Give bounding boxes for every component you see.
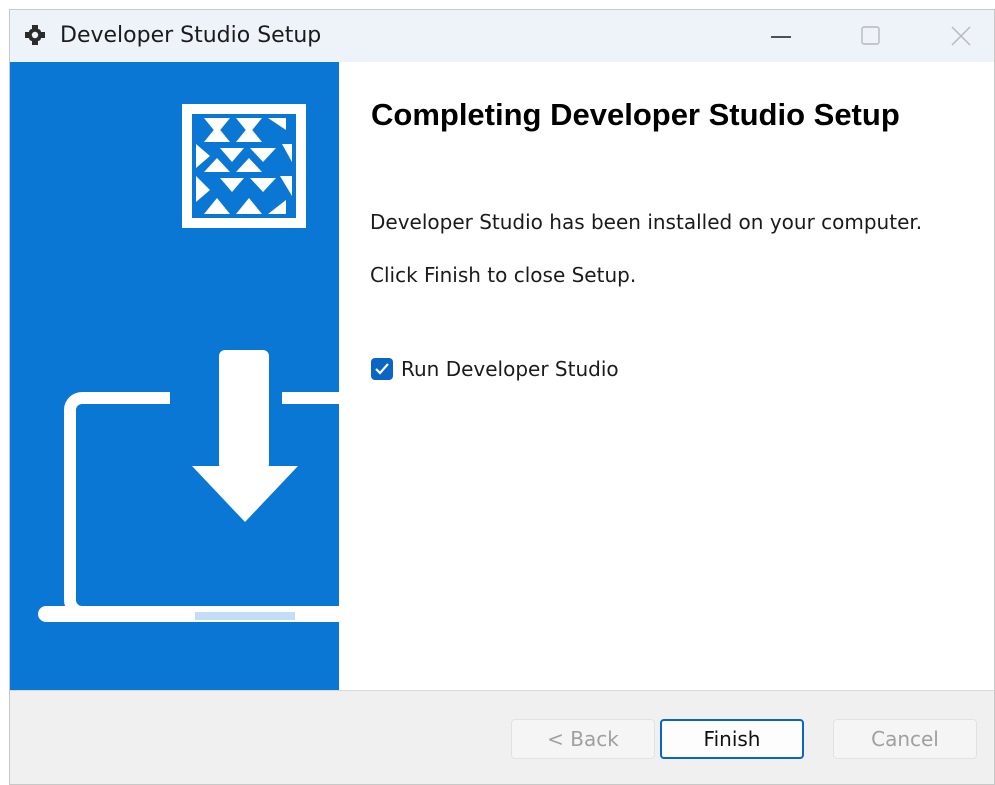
setup-window: Developer Studio Setup Completing Develo… bbox=[9, 9, 995, 785]
back-button[interactable]: < Back bbox=[511, 719, 655, 759]
installer-logo-icon bbox=[182, 104, 306, 228]
finish-instruction: Click Finish to close Setup. bbox=[370, 263, 637, 287]
installed-message: Developer Studio has been installed on y… bbox=[370, 210, 923, 234]
window-title: Developer Studio Setup bbox=[60, 23, 322, 48]
minimize-button[interactable] bbox=[736, 10, 826, 62]
finish-button[interactable]: Finish bbox=[660, 719, 804, 759]
page-title: Completing Developer Studio Setup bbox=[371, 97, 900, 132]
checkbox-label: Run Developer Studio bbox=[401, 357, 619, 381]
close-icon bbox=[951, 26, 971, 46]
run-developer-studio-checkbox[interactable]: Run Developer Studio bbox=[371, 357, 619, 381]
maximize-icon bbox=[861, 26, 880, 45]
checkmark-icon bbox=[375, 363, 389, 375]
title-bar[interactable]: Developer Studio Setup bbox=[10, 10, 994, 62]
maximize-button[interactable] bbox=[826, 10, 916, 62]
main-content: Completing Developer Studio Setup Develo… bbox=[339, 62, 994, 690]
laptop-download-icon bbox=[38, 350, 339, 622]
close-button[interactable] bbox=[916, 10, 994, 62]
minimize-icon bbox=[771, 36, 791, 38]
button-bar: < Back Finish Cancel bbox=[10, 690, 994, 784]
installer-sidebar bbox=[10, 62, 339, 690]
cancel-button[interactable]: Cancel bbox=[833, 719, 977, 759]
checkbox-checked[interactable] bbox=[371, 358, 393, 380]
gear-puzzle-icon bbox=[25, 25, 45, 45]
